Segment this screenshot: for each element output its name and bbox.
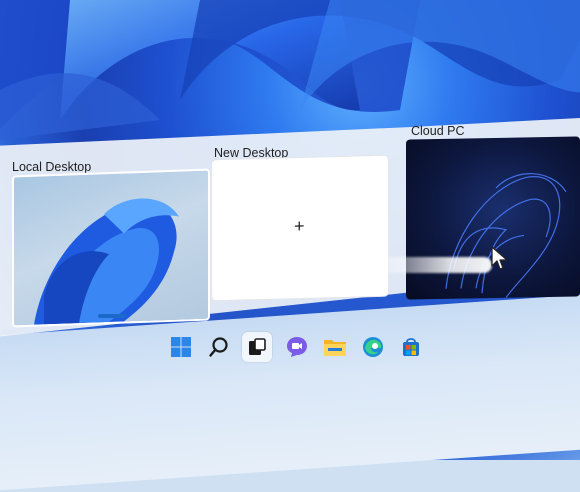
drag-motion-trail	[352, 257, 492, 273]
task-view-panel: Local Desktop New Desktop + Cloud PC	[0, 118, 580, 348]
edge-icon[interactable]	[358, 332, 388, 362]
search-icon[interactable]	[204, 332, 234, 362]
plus-icon: +	[294, 215, 305, 237]
new-desktop-button[interactable]: +	[212, 155, 388, 301]
mouse-cursor-icon	[491, 246, 508, 270]
windows-start-icon[interactable]	[166, 332, 196, 362]
store-icon[interactable]	[396, 332, 426, 362]
desktop-label-cloud: Cloud PC	[411, 124, 465, 138]
desktop-thumbnail-cloud[interactable]	[406, 136, 580, 300]
taskbar	[160, 326, 420, 370]
desktop-thumbnail-local[interactable]	[12, 168, 210, 328]
cloud-bloom-art	[445, 173, 567, 299]
active-desktop-indicator	[98, 314, 126, 318]
chat-icon[interactable]	[282, 332, 312, 362]
desktop-label-local: Local Desktop	[12, 160, 92, 174]
task-view-icon[interactable]	[242, 332, 272, 362]
file-explorer-icon[interactable]	[320, 332, 350, 362]
bloom-thumbnail-art	[34, 198, 179, 325]
